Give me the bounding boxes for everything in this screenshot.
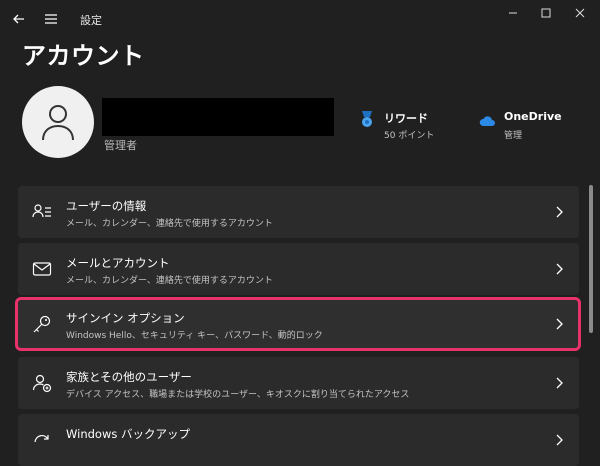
redacted-account-name — [102, 98, 334, 136]
minimize-icon — [509, 12, 517, 14]
card-title: メールとアカウント — [66, 256, 170, 270]
rewards-link[interactable]: リワード 50 ポイント — [358, 110, 458, 141]
mail-icon — [32, 262, 52, 276]
close-icon — [575, 8, 585, 18]
card-mail-accounts[interactable]: メールとアカウント メール、カレンダー、連絡先で使用するアカウント — [18, 243, 579, 295]
hamburger-icon — [45, 14, 57, 24]
card-title: ユーザーの情報 — [66, 199, 147, 213]
chevron-right-icon — [556, 206, 563, 218]
chevron-right-icon — [556, 377, 563, 389]
page-title: アカウント — [22, 42, 145, 70]
back-button[interactable] — [6, 6, 32, 32]
selection-highlight — [15, 297, 581, 351]
card-family-users[interactable]: 家族とその他のユーザー デバイス アクセス、職場または学校のユーザー、キオスクに… — [18, 357, 579, 409]
close-button[interactable] — [562, 0, 598, 26]
scrollbar[interactable] — [589, 185, 593, 333]
onedrive-link[interactable]: OneDrive 管理 — [478, 110, 578, 141]
chevron-right-icon — [556, 263, 563, 275]
rewards-medal-icon — [362, 111, 372, 127]
minimize-button[interactable] — [495, 0, 531, 26]
window-title: 設定 — [80, 14, 102, 27]
card-subtitle: デバイス アクセス、職場または学校のユーザー、キオスクに割り当てられたアクセス — [66, 390, 410, 400]
avatar — [22, 86, 94, 158]
maximize-icon — [541, 8, 551, 18]
person-icon — [42, 105, 74, 141]
rewards-points: 50 ポイント — [384, 131, 435, 141]
onedrive-title: OneDrive — [504, 110, 562, 123]
onedrive-cloud-icon — [479, 116, 495, 126]
card-windows-backup[interactable]: Windows バックアップ — [18, 414, 579, 466]
onedrive-manage: 管理 — [504, 131, 523, 141]
menu-button[interactable] — [38, 6, 64, 32]
maximize-button[interactable] — [528, 0, 564, 26]
card-user-info[interactable]: ユーザーの情報 メール、カレンダー、連絡先で使用するアカウント — [18, 186, 579, 238]
backup-icon — [34, 434, 49, 443]
account-role: 管理者 — [104, 139, 137, 152]
family-icon — [32, 374, 52, 393]
card-title: 家族とその他のユーザー — [66, 370, 192, 384]
card-subtitle: メール、カレンダー、連絡先で使用するアカウント — [66, 276, 273, 286]
card-subtitle: メール、カレンダー、連絡先で使用するアカウント — [66, 219, 273, 229]
chevron-right-icon — [556, 434, 563, 446]
card-title: Windows バックアップ — [66, 427, 190, 441]
back-arrow-icon — [13, 14, 24, 24]
user-info-icon — [32, 204, 51, 218]
rewards-title: リワード — [384, 112, 428, 125]
